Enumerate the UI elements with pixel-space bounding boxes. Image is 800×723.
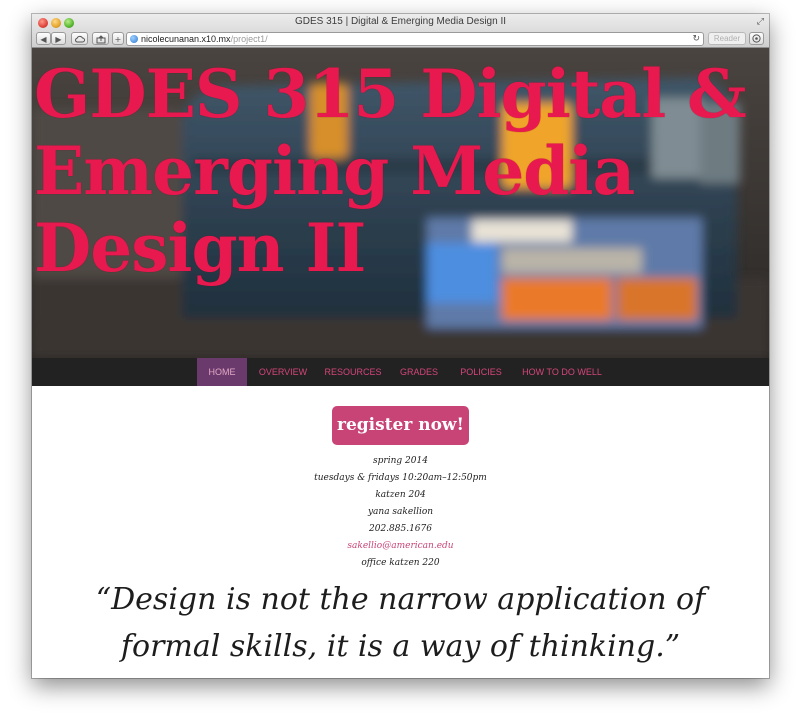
url-host: nicolecunanan.x10.mx bbox=[141, 34, 231, 44]
icloud-tabs-button[interactable] bbox=[71, 32, 88, 45]
fullscreen-icon[interactable]: ⤢ bbox=[757, 17, 764, 27]
instructor-name: yana sakellion bbox=[367, 507, 434, 517]
hero-banner: GDES 315 Digital & Emerging Media Design… bbox=[32, 48, 769, 358]
nav-item-home[interactable]: HOME bbox=[197, 358, 247, 386]
browser-toolbar: GDES 315 | Digital & Emerging Media Desi… bbox=[32, 14, 769, 48]
cloud-icon bbox=[75, 35, 85, 43]
instructor-email-link[interactable]: sakellio@american.edu bbox=[32, 541, 769, 551]
url-text: nicolecunanan.x10.mx/project1/ bbox=[141, 33, 268, 45]
back-button[interactable]: ◀ bbox=[36, 32, 51, 45]
instructor-office: office katzen 220 bbox=[361, 558, 440, 568]
reader-button[interactable]: Reader bbox=[708, 32, 746, 45]
register-button[interactable]: register now! bbox=[332, 406, 469, 445]
url-path: /project1/ bbox=[230, 34, 268, 44]
share-icon bbox=[96, 35, 105, 44]
nav-item-policies[interactable]: POLICIES bbox=[457, 358, 505, 386]
downloads-button[interactable] bbox=[749, 32, 764, 45]
address-bar[interactable]: nicolecunanan.x10.mx/project1/ ↻ bbox=[126, 32, 704, 46]
course-schedule: tuesdays & fridays 10:20am–12:50pm bbox=[314, 473, 487, 483]
browser-window: GDES 315 | Digital & Emerging Media Desi… bbox=[32, 14, 769, 678]
nav-item-overview[interactable]: OVERVIEW bbox=[255, 358, 311, 386]
main-nav: HOME OVERVIEW RESOURCES GRADES POLICIES … bbox=[32, 358, 769, 386]
nav-item-how-to-do-well[interactable]: HOW TO DO WELL bbox=[520, 358, 604, 386]
share-button[interactable] bbox=[92, 32, 109, 45]
download-icon bbox=[752, 34, 761, 43]
globe-icon bbox=[130, 35, 138, 43]
nav-item-grades[interactable]: GRADES bbox=[397, 358, 441, 386]
new-tab-button[interactable]: + bbox=[112, 32, 124, 45]
course-room: katzen 204 bbox=[375, 490, 426, 500]
reload-icon[interactable]: ↻ bbox=[692, 33, 700, 45]
instructor-phone: 202.885.1676 bbox=[369, 524, 432, 534]
forward-button[interactable]: ▶ bbox=[51, 32, 66, 45]
course-term: spring 2014 bbox=[373, 456, 428, 466]
design-quote: “Design is not the narrow application of… bbox=[95, 582, 706, 664]
nav-item-resources[interactable]: RESOURCES bbox=[323, 358, 383, 386]
window-title: GDES 315 | Digital & Emerging Media Desi… bbox=[294, 16, 507, 27]
hero-title: GDES 315 Digital & Emerging Media Design… bbox=[34, 55, 747, 287]
